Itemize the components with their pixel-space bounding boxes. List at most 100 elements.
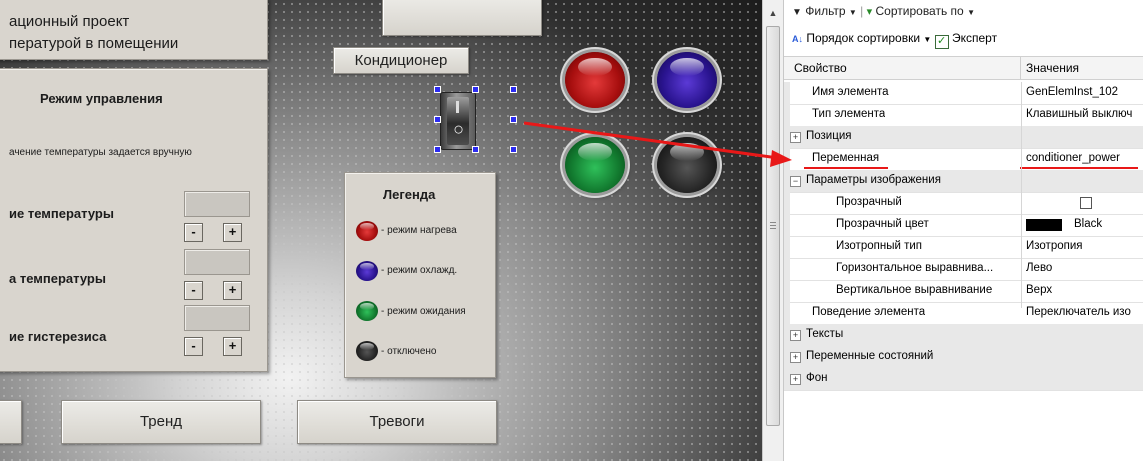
legend-item-cooling: - режим охлажд. [381, 265, 458, 276]
property-name: Прозрачный [836, 196, 902, 208]
scroll-up-arrow-icon[interactable]: ▲ [766, 6, 780, 20]
sort-icon: ▾ [866, 6, 873, 18]
property-row-isotropic[interactable]: Изотропный тип Изотропия [784, 236, 1143, 259]
column-header-values[interactable]: Значения [1026, 57, 1079, 80]
property-row-variable[interactable]: Переменная conditioner_power [784, 148, 1143, 171]
selection-handle[interactable] [434, 116, 441, 123]
category-name: Параметры изображения [806, 174, 941, 186]
scrollbar-thumb[interactable] [766, 26, 780, 426]
expand-plus-icon[interactable]: + [790, 132, 801, 143]
collapse-minus-icon[interactable]: − [790, 176, 801, 187]
property-value[interactable]: Black [1074, 214, 1102, 235]
mode-panel: Режим управления ачение температуры зада… [0, 68, 268, 372]
hysteresis-plus-button[interactable]: + [223, 337, 242, 356]
dropdown-arrow-icon: ▼ [848, 8, 857, 17]
switch-off-icon: ○ [453, 119, 464, 139]
property-name: Горизонтальное выравнива... [836, 262, 994, 274]
alarms-button[interactable]: Тревоги [297, 400, 497, 444]
hysteresis-minus-button[interactable]: - [184, 337, 203, 356]
hysteresis-label: ие гистерезиса [9, 329, 107, 344]
setpoint-plus-button[interactable]: + [223, 223, 242, 242]
property-value[interactable]: Изотропия [1022, 236, 1143, 258]
temperature-label: а температуры [9, 271, 106, 286]
hysteresis-value [184, 305, 250, 331]
standby-lamp [565, 137, 625, 193]
category-name: Тексты [806, 328, 844, 340]
legend-item-off: - отключено [381, 346, 437, 357]
dropdown-arrow-icon: ▼ [923, 35, 932, 44]
property-row-halign[interactable]: Горизонтальное выравнива... Лево [784, 258, 1143, 281]
grid-header: Свойство Значения [784, 56, 1143, 80]
project-title-line2: пературой в помещении [9, 35, 179, 52]
column-header-property[interactable]: Свойство [794, 57, 847, 80]
legend-black-icon [356, 341, 378, 361]
legend-green-icon [356, 301, 378, 321]
trend-button[interactable]: Тренд [61, 400, 261, 444]
selection-handle[interactable] [472, 146, 479, 153]
transparent-checkbox[interactable] [1080, 197, 1092, 209]
property-name: Прозрачный цвет [836, 218, 929, 230]
filter-button[interactable]: Фильтр [805, 4, 845, 18]
property-name: Имя элемента [812, 86, 889, 98]
category-name: Фон [806, 372, 828, 384]
switch-on-mark [456, 101, 459, 113]
project-title-line1: ационный проект [9, 13, 130, 30]
property-name: Тип элемента [812, 108, 886, 120]
visualization-canvas[interactable]: ационный проект пературой в помещении Ко… [0, 0, 762, 461]
property-value[interactable]: GenElemInst_102 [1022, 82, 1143, 104]
grip-icon [770, 222, 776, 223]
legend-item-standby: - режим ожидания [381, 306, 466, 317]
top-button[interactable] [382, 0, 542, 36]
legend-red-icon [356, 221, 378, 241]
temperature-plus-button[interactable]: + [223, 281, 242, 300]
selection-handle[interactable] [434, 86, 441, 93]
selection-handle[interactable] [510, 86, 517, 93]
legend-title: Легенда [383, 187, 436, 202]
property-row-transparent-color[interactable]: Прозрачный цвет Black [784, 214, 1143, 237]
conditioner-switch[interactable]: ○ [440, 92, 476, 150]
color-swatch [1026, 219, 1062, 231]
cooling-lamp [657, 52, 717, 108]
category-background[interactable]: + Фон [784, 368, 1143, 391]
property-row-transparent[interactable]: Прозрачный [784, 192, 1143, 215]
category-state-variables[interactable]: + Переменные состояний [784, 346, 1143, 369]
property-value[interactable]: Верх [1022, 280, 1143, 302]
property-row-type[interactable]: Тип элемента Клавишный выключ [784, 104, 1143, 127]
category-position[interactable]: + Позиция [784, 126, 1143, 149]
heating-lamp [565, 52, 625, 108]
setpoint-label: ие температуры [9, 206, 114, 221]
highlight-underline [1020, 167, 1138, 169]
toolbar-row-2: A↓ Порядок сортировки ▼ ✓ Эксперт [792, 29, 997, 49]
property-row-valign[interactable]: Вертикальное выравнивание Верх [784, 280, 1143, 303]
expand-plus-icon[interactable]: + [790, 352, 801, 363]
setpoint-minus-button[interactable]: - [184, 223, 203, 242]
property-value[interactable]: Переключатель изо [1022, 302, 1143, 324]
selection-handle[interactable] [510, 116, 517, 123]
project-title-panel: ационный проект пературой в помещении [0, 0, 268, 60]
property-row-name[interactable]: Имя элемента GenElemInst_102 [784, 82, 1143, 105]
selection-handle[interactable] [434, 146, 441, 153]
category-name: Переменные состояний [806, 350, 934, 362]
temperature-minus-button[interactable]: - [184, 281, 203, 300]
setpoint-value [184, 191, 250, 217]
property-name: Изотропный тип [836, 240, 922, 252]
expand-plus-icon[interactable]: + [790, 330, 801, 341]
property-row-behavior[interactable]: Поведение элемента Переключатель изо [784, 302, 1143, 325]
category-texts[interactable]: + Тексты [784, 324, 1143, 347]
expert-checkbox[interactable]: ✓ [934, 35, 949, 49]
selection-handle[interactable] [510, 146, 517, 153]
expand-plus-icon[interactable]: + [790, 374, 801, 385]
category-name: Позиция [806, 130, 852, 142]
selection-handle[interactable] [472, 86, 479, 93]
sort-by-button[interactable]: Сортировать по [876, 4, 964, 18]
highlight-underline [804, 167, 888, 169]
property-value[interactable]: Лево [1022, 258, 1143, 280]
left-button-stub[interactable] [0, 400, 22, 444]
mode-description: ачение температуры задается вручную [9, 147, 192, 158]
column-divider[interactable] [1021, 82, 1022, 308]
sort-order-button[interactable]: Порядок сортировки [806, 31, 920, 45]
category-image-params[interactable]: − Параметры изображения [784, 170, 1143, 193]
legend-panel: Легенда - режим нагрева - режим охлажд. … [344, 172, 496, 378]
property-value[interactable]: Клавишный выключ [1022, 104, 1143, 126]
legend-item-heating: - режим нагрева [381, 225, 457, 236]
